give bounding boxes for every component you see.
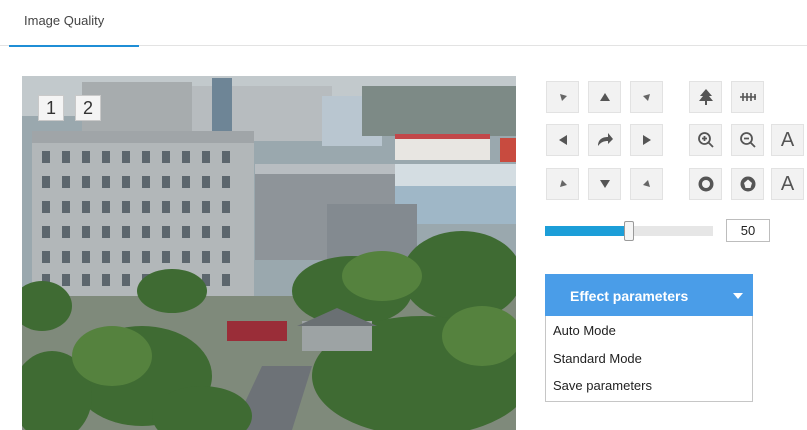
effect-parameters-menu: Auto Mode Standard Mode Save parameters [545,316,753,402]
arrow-up-right-icon [642,94,650,101]
menu-item-save-parameters[interactable]: Save parameters [553,378,652,393]
channel-1-badge[interactable]: 1 [38,95,64,121]
pan-down-right-button[interactable] [630,168,663,200]
pan-down-button[interactable] [588,168,621,200]
tab-active-indicator [9,45,139,47]
slider-fill [545,226,629,236]
slider-value-text: 50 [740,223,756,238]
zoom-in-icon [697,132,714,148]
pan-right-button[interactable] [630,124,663,156]
tab-bar: Image Quality [0,0,807,47]
speed-slider[interactable] [545,221,713,241]
iris-close-button[interactable] [731,168,764,200]
iris-open-icon [698,176,713,192]
pan-left-button[interactable] [546,124,579,156]
arrow-down-left-icon [559,180,567,187]
arrow-down-right-icon [642,180,650,187]
arrow-right-icon [642,135,651,145]
pan-up-left-button[interactable] [546,81,579,113]
ptz-reset-button[interactable] [588,124,621,156]
focus-bars-icon [739,93,756,101]
pan-down-left-button[interactable] [546,168,579,200]
tab-image-quality[interactable]: Image Quality [9,0,139,47]
iris-close-icon [740,176,755,192]
menu-item-auto-mode[interactable]: Auto Mode [553,323,616,338]
tree-icon [698,89,713,105]
iris-open-button[interactable] [689,168,722,200]
pan-up-right-button[interactable] [630,81,663,113]
caret-down-icon [733,293,743,299]
pan-up-button[interactable] [588,81,621,113]
font-increase-label: A [780,129,795,151]
menu-item-standard-mode[interactable]: Standard Mode [553,351,642,366]
wiper-button[interactable] [689,81,722,113]
zoom-out-icon [739,132,756,148]
font-decrease-label: A [780,173,795,195]
slider-thumb[interactable] [624,221,634,241]
arrow-left-icon [558,135,567,145]
tab-label: Image Quality [24,13,105,28]
font-decrease-button[interactable]: A [771,168,804,200]
channel-1-label: 1 [45,98,56,118]
video-preview[interactable]: 1 2 [22,76,516,430]
camera-scene-image [22,76,516,430]
slider-value-field[interactable]: 50 [726,219,770,242]
focus-button[interactable] [731,81,764,113]
channel-2-badge[interactable]: 2 [75,95,101,121]
effect-parameters-label: Effect parameters [570,288,689,304]
channel-2-label: 2 [82,98,93,118]
zoom-out-button[interactable] [731,124,764,156]
font-increase-button[interactable]: A [771,124,804,156]
arrow-up-left-icon [559,94,567,101]
arrow-down-icon [599,180,610,188]
redo-arrow-icon [597,133,613,146]
zoom-in-button[interactable] [689,124,722,156]
effect-parameters-dropdown[interactable]: Effect parameters [545,274,753,316]
arrow-up-icon [599,93,610,101]
